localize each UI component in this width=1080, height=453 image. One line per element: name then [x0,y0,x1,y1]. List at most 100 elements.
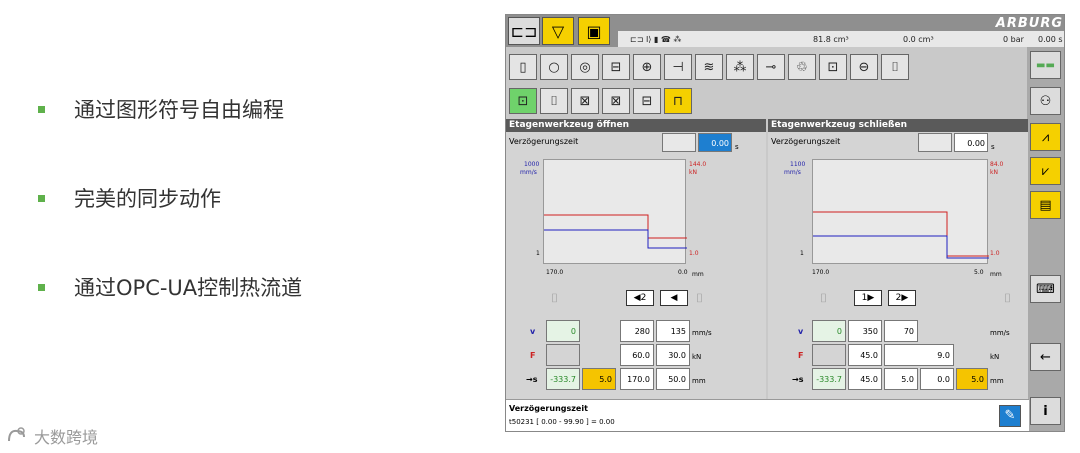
bullet-item: 通过OPC-UA控制热流道 [38,272,302,302]
mold-toolbar: ⊡ ⌷ ⊠ ⊠ ⊟ ⊓ [506,85,1028,117]
tool-button[interactable]: ♲ [788,54,816,80]
bullet-marker [38,105,45,113]
stroke-step-1[interactable]: 50.0 [656,368,690,390]
force-actual [812,344,846,366]
indicator-button[interactable]: ▬▬ [1030,51,1061,79]
tool-button[interactable]: ⊡ [819,54,847,80]
tool-button[interactable]: ⊖ [850,54,878,80]
force-step-1[interactable]: 45.0 [848,344,882,366]
tool-button[interactable]: ⊕ [633,54,661,80]
tool-button[interactable]: ⁂ [726,54,754,80]
x-axis-end: 5.0 [974,269,984,276]
tool-button[interactable]: ⌷ [540,88,568,114]
force-actual [546,344,580,366]
stroke-label-text: s [532,375,538,384]
back-arrow-icon: ← [1040,349,1051,365]
bullet-item: 完美的同步动作 [38,183,221,213]
stroke-end[interactable]: 0.0 [920,368,954,390]
status-icons: ⊏⊐ I⟩ ▮ ☎ ⁂ [630,34,682,44]
x-axis-end: 0.0 [678,269,688,276]
step-2-button[interactable]: ◀2 [626,290,654,306]
profile-button[interactable]: ⩗ [1030,157,1061,185]
speed-unit: mm/s [990,329,1010,337]
info-button[interactable]: i [1030,397,1061,425]
stroke-step-2[interactable]: 170.0 [620,368,654,390]
tool-button[interactable]: ≋ [695,54,723,80]
speed-profile-line [544,229,687,249]
edit-button[interactable]: ✎ [999,405,1021,427]
tool-button[interactable]: ▯ [509,54,537,80]
force-profile-line [813,211,989,257]
force-step-2[interactable]: 9.0 [884,344,954,366]
door-button[interactable]: ▣ [578,17,610,45]
step-2-button[interactable]: 2▶ [888,290,916,306]
circle-icon: ○ [548,59,560,75]
delay-value-field[interactable]: 0.00 [698,133,732,152]
speed-step-2[interactable]: 280 [620,320,654,342]
force-step-2[interactable]: 60.0 [620,344,654,366]
delay-label: Verzögerungszeit [509,137,579,146]
tool-button[interactable]: ○ [540,54,568,80]
delay-empty-field[interactable] [662,133,696,152]
mold-open-state-icon: ⌷ [820,291,828,305]
tool-button[interactable]: ⊸ [757,54,785,80]
panel-title: Etagenwerkzeug schließen [768,119,1028,132]
tool-button[interactable]: ⊠ [602,88,630,114]
delay-value-field[interactable]: 0.00 [954,133,988,152]
stroke-step-2[interactable]: 5.0 [884,368,918,390]
delay-empty-field[interactable] [918,133,952,152]
logo-icon [8,427,25,442]
stroke-step-1[interactable]: 45.0 [848,368,882,390]
stroke-actual: -333.7 [812,368,846,390]
status-bar: ⊏⊐ I⟩ ▮ ☎ ⁂ 81.8 cm³ 0.0 cm³ 0 bar 0.00 … [618,31,1064,47]
stroke-actual: -333.7 [546,368,580,390]
arrow-right-2-icon: 2▶ [895,293,909,303]
force-step-1[interactable]: 30.0 [656,344,690,366]
cooling-icon: ⁂ [733,59,747,75]
x-axis-start: 170.0 [812,269,830,276]
x-axis-unit: mm [990,271,1002,278]
step-1-button[interactable]: 1▶ [854,290,882,306]
speed-step-1[interactable]: 350 [848,320,882,342]
tool-button[interactable]: ⊟ [633,88,661,114]
force-unit: kN [692,353,702,361]
force-axis-unit: kN [689,169,697,176]
step-1-button[interactable]: ◀ [660,290,688,306]
bullet-marker [38,194,45,202]
side-toolbar: ▬▬ ⚇ ⩘ ⩗ ▤ ⌨ ← i [1027,47,1064,431]
speed-label: v [530,327,536,336]
message-button[interactable]: ⌨ [1030,275,1061,303]
network-button[interactable]: ⚇ [1030,87,1061,115]
temperature-icon: ⊸ [765,59,777,75]
profile-plot [544,214,687,249]
warning-button[interactable]: ▽ [542,17,574,45]
status-time: 0.00 s [1038,34,1063,44]
tool-button-active[interactable]: ⊡ [509,88,537,114]
graph-button[interactable]: ⩘ [1030,123,1061,151]
speed-step-2[interactable]: 70 [884,320,918,342]
panel-mold-close: Etagenwerkzeug schließen Verzögerungszei… [768,119,1028,399]
stroke-label-text: s [798,375,804,384]
tool-button[interactable]: ⊣ [664,54,692,80]
force-axis-min: 1.0 [990,250,1000,257]
tool-button[interactable]: ⊟ [602,54,630,80]
force-axis-max: 84.0 [990,161,1004,168]
tool-button[interactable]: ◎ [571,54,599,80]
document-button[interactable]: ▤ [1030,191,1061,219]
tool-button-highlight[interactable]: ⊓ [664,88,692,114]
brand-logo: ARBURG [995,16,1063,31]
mode-button[interactable]: ⊏⊐ [508,17,540,45]
stack-mold-icon: ⌷ [891,59,899,75]
mold-open-icon: ⊡ [517,93,529,109]
arrow-left-1-icon: ◀ [670,293,678,303]
tool-button[interactable]: ⊠ [571,88,599,114]
document-icon: ▤ [1039,197,1052,213]
speed-step-1[interactable]: 135 [656,320,690,342]
stroke-tolerance[interactable]: 5.0 [582,368,616,390]
tool-button[interactable]: ⌷ [881,54,909,80]
graph-icon: ⩘ [1041,129,1050,145]
network-icon: ⚇ [1039,93,1052,109]
stroke-tolerance[interactable]: 5.0 [956,368,988,390]
y-axis-unit: mm/s [784,169,801,176]
back-button[interactable]: ← [1030,343,1061,371]
